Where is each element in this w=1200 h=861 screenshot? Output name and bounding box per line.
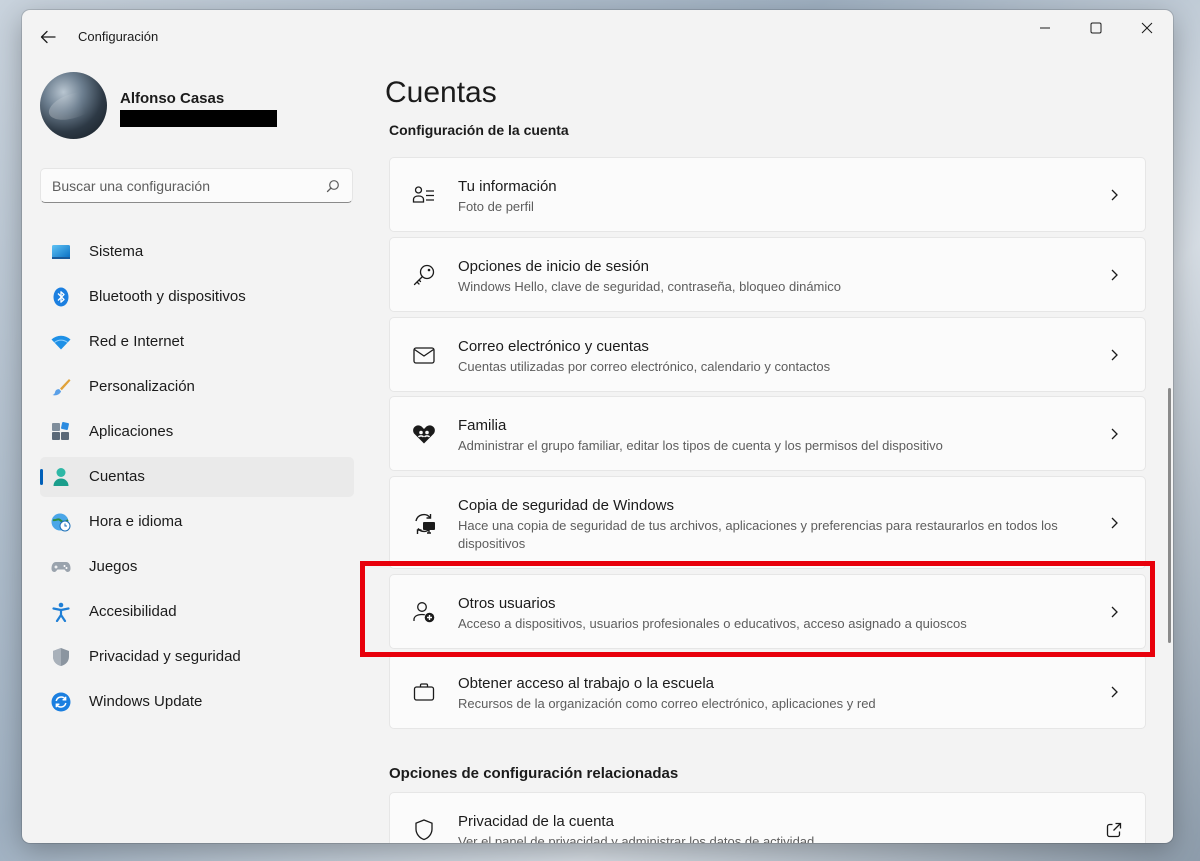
key-icon	[413, 264, 435, 286]
card-privacidad-cuenta[interactable]: Privacidad de la cuenta Ver el panel de …	[389, 792, 1146, 843]
search-box[interactable]	[40, 168, 353, 203]
card-description: Administrar el grupo familiar, editar lo…	[458, 438, 943, 453]
avatar[interactable]	[40, 72, 107, 139]
page-title: Cuentas	[385, 76, 497, 109]
card-description: Ver el panel de privacidad y administrar…	[458, 834, 815, 843]
sidebar-item-label: Personalización	[89, 378, 195, 395]
card-title: Copia de seguridad de Windows	[458, 497, 674, 514]
title-bar: Configuración	[22, 10, 1173, 62]
section-heading-account: Configuración de la cuenta	[389, 122, 569, 138]
sidebar-item-label: Accesibilidad	[89, 603, 177, 620]
sidebar-item-bluetooth[interactable]: Bluetooth y dispositivos	[40, 277, 354, 317]
sidebar-item-label: Aplicaciones	[89, 423, 174, 440]
card-description: Recursos de la organización como correo …	[458, 696, 876, 711]
maximize-icon	[1090, 22, 1102, 34]
card-tu-informacion[interactable]: Tu información Foto de perfil	[389, 157, 1146, 232]
close-button[interactable]	[1122, 10, 1172, 44]
sidebar-item-label: Cuentas	[89, 468, 145, 485]
card-title: Familia	[458, 417, 507, 434]
card-description: Windows Hello, clave de seguridad, contr…	[458, 279, 841, 294]
chevron-right-icon	[1111, 428, 1118, 440]
sidebar-item-label: Windows Update	[89, 693, 203, 710]
highlight-box	[360, 561, 1155, 657]
briefcase-icon	[413, 683, 435, 701]
sidebar-item-privacidad[interactable]: Privacidad y seguridad	[40, 637, 354, 677]
sidebar-item-accesibilidad[interactable]: Accesibilidad	[40, 592, 354, 632]
person-icon	[53, 468, 69, 486]
card-title: Privacidad de la cuenta	[458, 813, 614, 830]
minimize-icon	[1040, 27, 1050, 29]
sidebar-item-personalizacion[interactable]: Personalización	[40, 367, 354, 407]
card-description: Cuentas utilizadas por correo electrónic…	[458, 359, 831, 374]
card-copia-seguridad[interactable]: Copia de seguridad de Windows Hace una c…	[389, 476, 1146, 569]
update-icon	[51, 692, 71, 712]
back-arrow-icon	[40, 30, 56, 44]
sidebar-item-label: Red e Internet	[89, 333, 185, 350]
search-input[interactable]	[41, 169, 322, 202]
backup-icon	[415, 513, 435, 534]
redacted-email	[120, 110, 277, 127]
close-icon	[1141, 22, 1153, 34]
chevron-right-icon	[1111, 517, 1118, 529]
family-heart-icon	[413, 425, 435, 444]
chevron-right-icon	[1111, 189, 1118, 201]
card-description: Foto de perfil	[458, 199, 534, 214]
sidebar-item-juegos[interactable]: Juegos	[40, 547, 354, 587]
shield-outline-icon	[415, 819, 433, 841]
sidebar-item-label: Juegos	[89, 558, 138, 575]
card-description: Hace una copia de seguridad de tus archi…	[458, 518, 1058, 551]
sidebar-item-label: Sistema	[89, 243, 144, 260]
sidebar-item-hora[interactable]: Hora e idioma	[40, 502, 354, 542]
back-button[interactable]	[36, 26, 60, 48]
sidebar-item-red[interactable]: Red e Internet	[40, 322, 354, 362]
person-info-icon	[412, 186, 434, 203]
sidebar-item-sistema[interactable]: Sistema	[40, 232, 354, 272]
settings-window: Configuración Alfonso Casas Sistema	[22, 10, 1173, 843]
card-title: Obtener acceso al trabajo o la escuela	[458, 675, 714, 692]
sidebar-item-cuentas[interactable]: Cuentas	[40, 457, 354, 497]
card-correo-cuentas[interactable]: Correo electrónico y cuentas Cuentas uti…	[389, 317, 1146, 392]
chevron-right-icon	[1111, 349, 1118, 361]
sidebar-item-aplicaciones[interactable]: Aplicaciones	[40, 412, 354, 452]
card-title: Correo electrónico y cuentas	[458, 338, 649, 355]
app-title: Configuración	[78, 29, 159, 44]
main-content: Configuración de la cuenta Tu informació…	[389, 116, 1146, 843]
sidebar-item-windows-update[interactable]: Windows Update	[40, 682, 354, 722]
card-title: Tu información	[458, 178, 557, 195]
sidebar-item-label: Privacidad y seguridad	[89, 648, 241, 665]
mail-icon	[413, 347, 435, 364]
sidebar-item-label: Hora e idioma	[89, 513, 183, 530]
card-familia[interactable]: Familia Administrar el grupo familiar, e…	[389, 396, 1146, 471]
apps-icon	[52, 422, 69, 440]
scrollbar-thumb[interactable]	[1168, 388, 1171, 643]
card-title: Opciones de inicio de sesión	[458, 258, 649, 275]
shield-icon	[53, 648, 69, 666]
card-opciones-inicio-sesion[interactable]: Opciones de inicio de sesión Windows Hel…	[389, 237, 1146, 312]
profile-name: Alfonso Casas	[120, 90, 225, 107]
sidebar-nav: Sistema Bluetooth y dispositivos Red e I…	[40, 232, 354, 727]
section-heading-related: Opciones de configuración relacionadas	[389, 765, 679, 782]
sidebar-item-label: Bluetooth y dispositivos	[89, 288, 246, 305]
search-icon[interactable]	[326, 179, 340, 193]
selection-indicator	[40, 469, 43, 485]
external-link-icon	[1106, 822, 1122, 838]
clock-globe-icon	[51, 513, 71, 532]
wifi-icon	[51, 335, 71, 350]
card-trabajo-escuela[interactable]: Obtener acceso al trabajo o la escuela R…	[389, 654, 1146, 729]
maximize-button[interactable]	[1071, 10, 1121, 44]
chevron-right-icon	[1111, 269, 1118, 281]
bluetooth-icon	[53, 287, 69, 307]
monitor-icon	[52, 245, 70, 259]
minimize-button[interactable]	[1020, 10, 1070, 44]
brush-icon	[52, 379, 71, 396]
accessibility-icon	[52, 602, 70, 622]
gamepad-icon	[51, 562, 71, 572]
chevron-right-icon	[1111, 686, 1118, 698]
